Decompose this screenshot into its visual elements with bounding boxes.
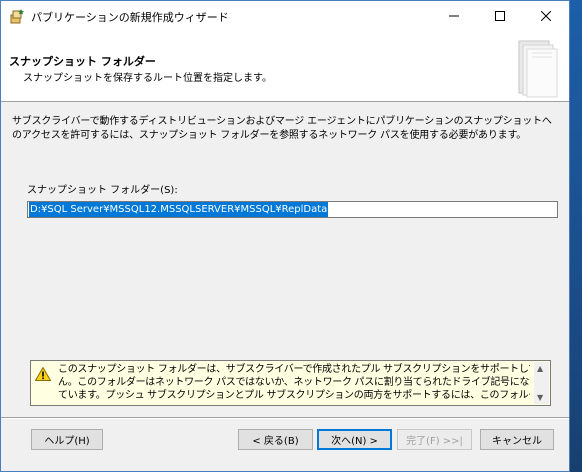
wizard-window: パブリケーションの新規作成ウィザード スナップショット フォルダー スナップショ… (0, 0, 570, 472)
snapshot-folder-input[interactable]: D:¥SQL Server¥MSSQL12.MSSQLSERVER¥MSSQL¥… (27, 201, 558, 218)
warning-message-box[interactable]: このスナップショット フォルダーは、サブスクライバーで作成されたプル サブスクリ… (30, 360, 551, 406)
maximize-button[interactable] (477, 1, 523, 31)
close-button[interactable] (523, 1, 569, 31)
warning-text: このスナップショット フォルダーは、サブスクライバーで作成されたプル サブスクリ… (58, 363, 530, 402)
footer-divider (1, 417, 569, 419)
finish-button[interactable]: 完了(F) >>| (397, 429, 472, 450)
back-button[interactable]: < 戻る(B) (238, 429, 313, 450)
help-button[interactable]: ヘルプ(H) (31, 429, 103, 450)
maximize-icon (495, 11, 505, 21)
title-bar[interactable]: パブリケーションの新規作成ウィザード (1, 1, 569, 31)
header-art-icon (505, 37, 567, 99)
wizard-app-icon (9, 8, 25, 24)
scroll-down-icon[interactable]: ▼ (537, 393, 543, 402)
next-button[interactable]: 次へ(N) > (317, 429, 392, 450)
warning-line: ています。プッシュ サブスクリプションとプル サブスクリプションの両方をサポート… (58, 390, 530, 401)
warning-icon (34, 366, 52, 381)
snapshot-folder-label: スナップショット フォルダー(S): (27, 185, 178, 196)
page-title: スナップショット フォルダー (9, 55, 156, 68)
desktop-background (570, 0, 582, 472)
minimize-button[interactable] (431, 1, 477, 31)
warning-line: ん。このフォルダーはネットワーク パスではないか、ネットワーク パスに割り当てら… (58, 377, 530, 388)
window-title: パブリケーションの新規作成ウィザード (31, 11, 229, 24)
warning-scrollbar[interactable]: ▲ ▼ (534, 362, 549, 404)
wizard-header: スナップショット フォルダー スナップショットを保存するルート位置を指定します。 (1, 31, 569, 102)
snapshot-folder-value: D:¥SQL Server¥MSSQL12.MSSQLSERVER¥MSSQL¥… (29, 202, 329, 217)
minimize-icon (449, 15, 459, 17)
scroll-up-icon[interactable]: ▲ (537, 364, 543, 373)
description-text: サブスクライバーで動作するディストリビューションおよびマージ エージェントにパブ… (12, 116, 552, 141)
warning-line: このスナップショット フォルダーは、サブスクライバーで作成されたプル サブスクリ… (58, 364, 530, 375)
close-icon (541, 11, 551, 21)
page-subtitle: スナップショットを保存するルート位置を指定します。 (23, 73, 272, 84)
cancel-button[interactable]: キャンセル (480, 429, 554, 450)
